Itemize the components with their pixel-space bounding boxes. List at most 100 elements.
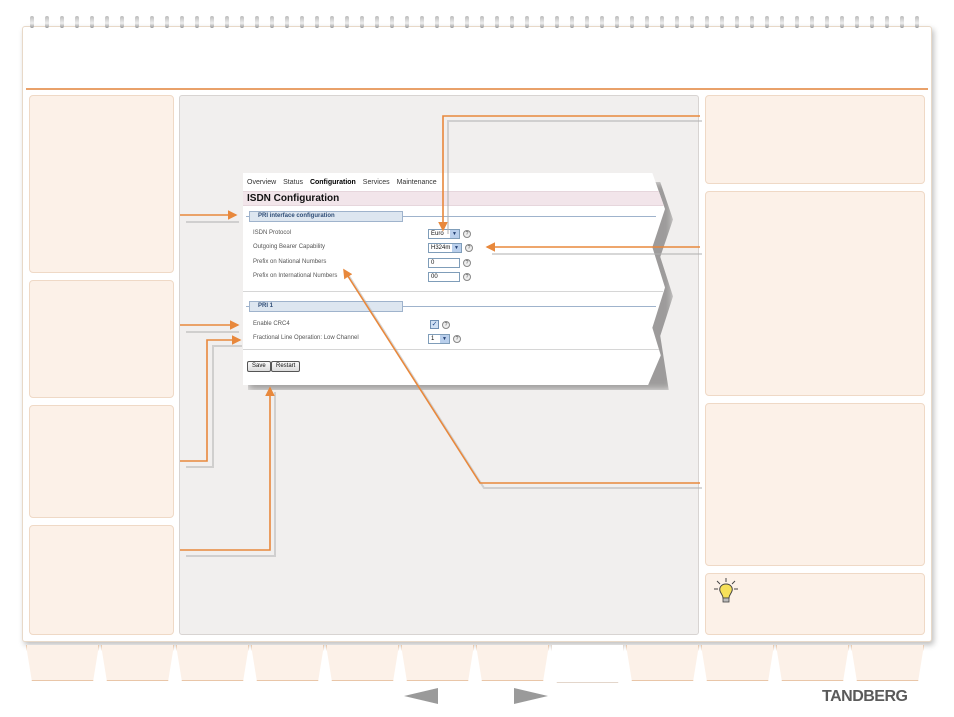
save-button[interactable]: Save [247, 361, 271, 372]
help-icon[interactable]: ? [442, 321, 450, 329]
outgoing-bearer-value: H324m [431, 245, 451, 251]
next-page-arrow-icon[interactable] [514, 688, 548, 704]
outgoing-bearer-label: Outgoing Bearer Capability [253, 244, 326, 250]
spiral-hole [615, 16, 619, 28]
spiral-hole [810, 16, 814, 28]
spiral-hole [660, 16, 664, 28]
left-panel-3 [29, 405, 174, 518]
spiral-hole [705, 16, 709, 28]
section-tab[interactable] [401, 645, 474, 681]
spiral-hole [90, 16, 94, 28]
spiral-hole [375, 16, 379, 28]
spiral-hole [270, 16, 274, 28]
spiral-hole [720, 16, 724, 28]
spiral-hole [240, 16, 244, 28]
spiral-hole [165, 16, 169, 28]
spiral-hole [495, 16, 499, 28]
fractional-low-value: 1 [431, 336, 435, 342]
enable-crc4-label: Enable CRC4 [253, 321, 290, 327]
pri-interface-legend: PRI interface configuration [249, 211, 403, 222]
spiral-hole [195, 16, 199, 28]
prefix-national-label: Prefix on National Numbers [253, 259, 327, 265]
chevron-down-icon: ▼ [450, 230, 459, 238]
prefix-international-input[interactable]: 00 [428, 272, 460, 282]
isdn-config-screenshot: Overview Status Configuration Services M… [243, 173, 665, 385]
spiral-hole [630, 16, 634, 28]
spiral-hole [690, 16, 694, 28]
spiral-hole [510, 16, 514, 28]
section-tabs [26, 645, 926, 685]
fractional-low-select[interactable]: 1 ▼ [428, 334, 450, 344]
tandberg-logo: TANDBERG [822, 688, 908, 705]
nav-maintenance[interactable]: Maintenance [397, 179, 437, 186]
spiral-hole [210, 16, 214, 28]
spiral-hole [735, 16, 739, 28]
top-nav: Overview Status Configuration Services M… [247, 179, 442, 186]
spiral-hole [60, 16, 64, 28]
prefix-national-input[interactable]: 0 [428, 258, 460, 268]
spiral-hole [825, 16, 829, 28]
help-icon[interactable]: ? [465, 244, 473, 252]
isdn-protocol-select[interactable]: Euro ▼ [428, 229, 460, 239]
help-icon[interactable]: ? [463, 230, 471, 238]
spiral-hole [45, 16, 49, 28]
nav-services[interactable]: Services [363, 179, 390, 186]
section-tab[interactable] [326, 645, 399, 681]
spiral-hole [795, 16, 799, 28]
spiral-hole [330, 16, 334, 28]
section-tab[interactable] [251, 645, 324, 681]
section-tab[interactable] [176, 645, 249, 681]
fractional-low-label: Fractional Line Operation: Low Channel [253, 335, 359, 341]
spiral-hole [780, 16, 784, 28]
spiral-hole [150, 16, 154, 28]
section-tab[interactable] [101, 645, 174, 681]
nav-overview[interactable]: Overview [247, 179, 276, 186]
spiral-hole [540, 16, 544, 28]
spiral-hole [420, 16, 424, 28]
previous-page-arrow-icon[interactable] [404, 688, 438, 704]
section-tab[interactable] [701, 645, 774, 681]
help-icon[interactable]: ? [463, 273, 471, 281]
lightbulb-icon [714, 578, 738, 603]
right-panel-2 [705, 191, 925, 396]
pri1-legend: PRI 1 [249, 301, 403, 312]
help-icon[interactable]: ? [463, 259, 471, 267]
section-tab[interactable] [551, 645, 624, 683]
nav-configuration[interactable]: Configuration [310, 179, 356, 186]
spiral-hole [435, 16, 439, 28]
chevron-down-icon: ▼ [452, 244, 461, 252]
spiral-hole [255, 16, 259, 28]
spiral-hole [465, 16, 469, 28]
nav-status[interactable]: Status [283, 179, 303, 186]
spiral-hole [450, 16, 454, 28]
spiral-hole [135, 16, 139, 28]
spiral-hole [585, 16, 589, 28]
enable-crc4-checkbox[interactable]: ✓ [430, 320, 439, 329]
section-tab[interactable] [851, 645, 924, 681]
spiral-hole [225, 16, 229, 28]
help-icon[interactable]: ? [453, 335, 461, 343]
restart-button[interactable]: Restart [271, 361, 301, 372]
left-panel-4 [29, 525, 174, 635]
outgoing-bearer-select[interactable]: H324m ▼ [428, 243, 462, 253]
spiral-hole [180, 16, 184, 28]
spiral-hole [915, 16, 919, 28]
spiral-hole [855, 16, 859, 28]
spiral-hole [360, 16, 364, 28]
spiral-hole [555, 16, 559, 28]
page-title: ISDN Configuration [247, 193, 340, 204]
spiral-hole [570, 16, 574, 28]
spiral-binding [30, 16, 930, 30]
title-bar: ISDN Configuration [243, 191, 665, 206]
section-tab[interactable] [626, 645, 699, 681]
section-tab[interactable] [476, 645, 549, 681]
spiral-hole [315, 16, 319, 28]
spiral-hole [765, 16, 769, 28]
spiral-hole [870, 16, 874, 28]
section-tab[interactable] [776, 645, 849, 681]
chevron-down-icon: ▼ [440, 335, 449, 343]
section-tab[interactable] [26, 645, 99, 681]
left-panel-2 [29, 280, 174, 398]
spiral-hole [120, 16, 124, 28]
spiral-hole [480, 16, 484, 28]
